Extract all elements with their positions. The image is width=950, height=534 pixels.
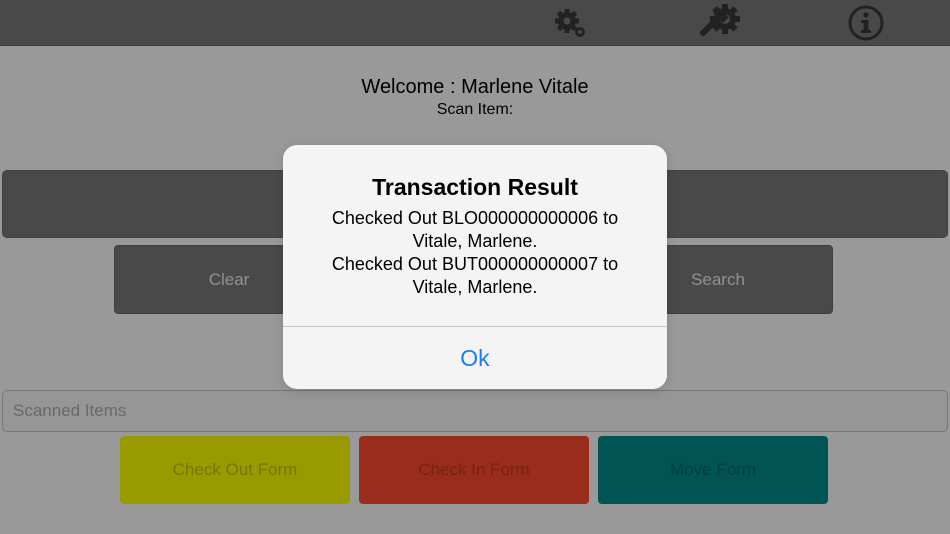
transaction-result-dialog: Transaction Result Checked Out BLO000000… (283, 145, 667, 389)
dialog-title: Transaction Result (372, 174, 578, 200)
dialog-message-line: Checked Out BUT000000000007 to (331, 254, 619, 274)
dialog-message-line: Vitale, Marlene. (412, 277, 538, 297)
dialog-message: Checked Out BLO000000000006 to Vitale, M… (293, 207, 657, 299)
dialog-message-line: Vitale, Marlene. (412, 231, 538, 251)
ok-button[interactable]: Ok (283, 327, 667, 389)
dialog-message-line: Checked Out BLO000000000006 to (331, 208, 619, 228)
